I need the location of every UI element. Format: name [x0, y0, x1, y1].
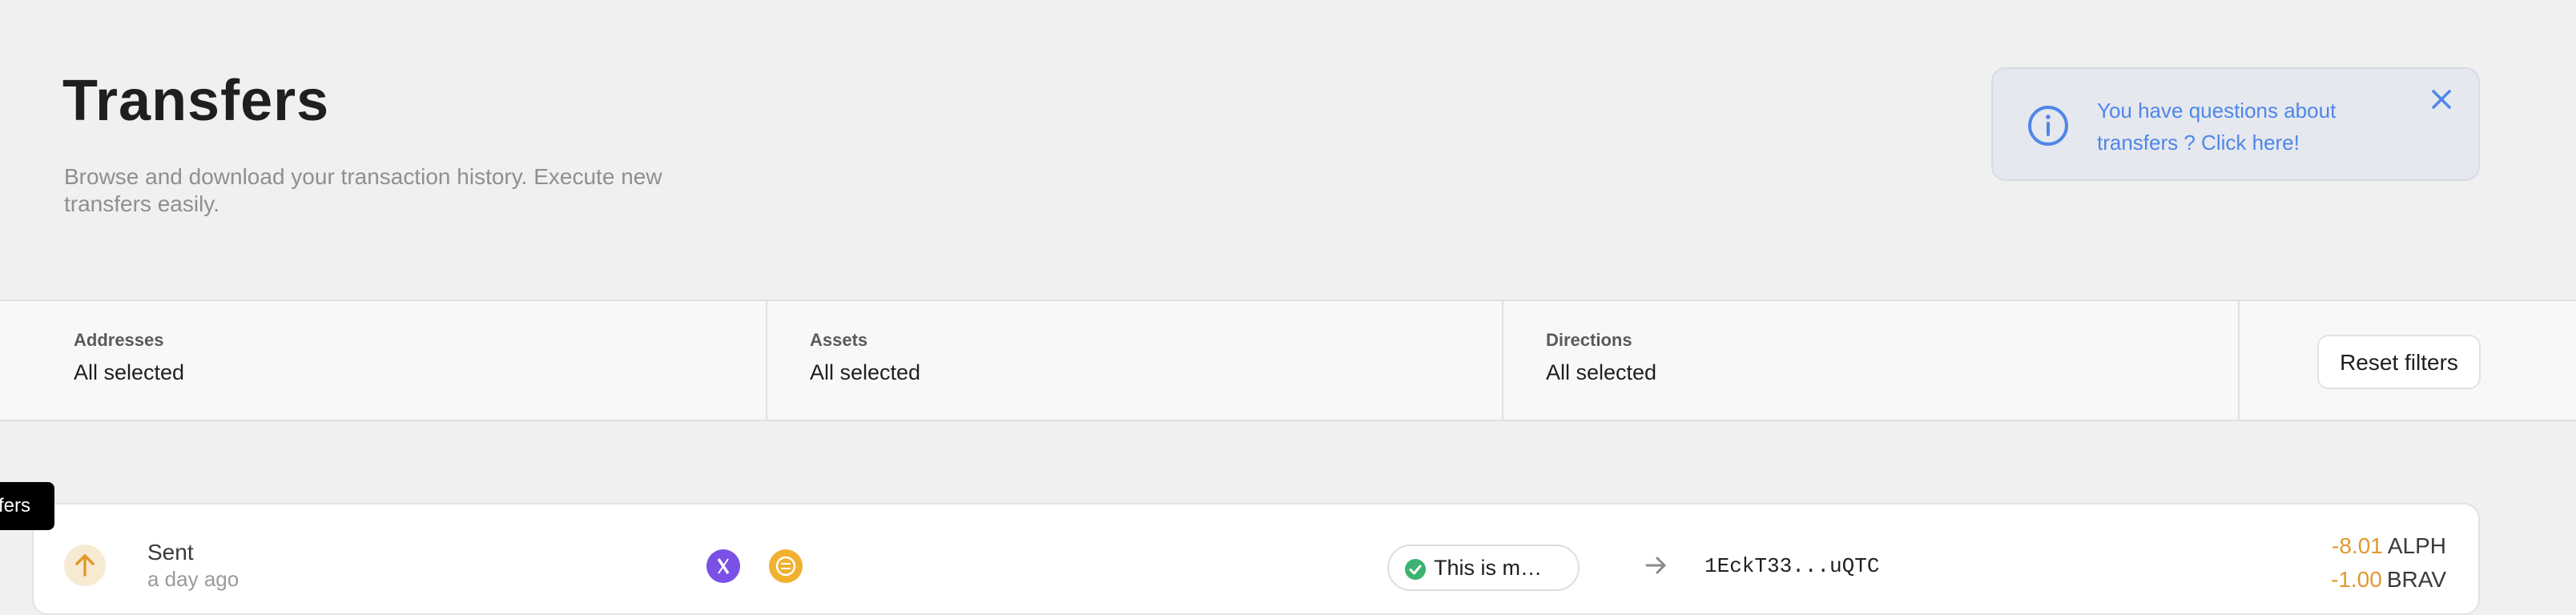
filter-bar: Addresses All selected Assets All select… — [0, 299, 2576, 421]
info-icon — [2028, 106, 2068, 146]
destination-address[interactable]: 1EckT33...uQTC — [1705, 554, 1879, 578]
arrow-up-icon — [75, 554, 95, 577]
transfer-direction: Sent — [147, 540, 194, 565]
amount-value: -1.00 — [2331, 567, 2382, 592]
close-icon[interactable] — [2424, 82, 2459, 117]
transfer-time: a day ago — [147, 567, 239, 591]
page-title: Transfers — [62, 69, 330, 133]
transfer-row[interactable]: Sent a day ago This is m… 1EckT33...uQTC… — [34, 504, 2478, 613]
info-banner: You have questions about transfers ? Cli… — [1991, 67, 2480, 181]
amount-symbol: BRAV — [2386, 567, 2446, 592]
check-circle-icon — [1405, 559, 1426, 580]
reset-filters-button[interactable]: Reset filters — [2317, 335, 2481, 389]
directions-filter-label: Directions — [1546, 330, 1632, 350]
addresses-filter-label: Addresses — [74, 330, 164, 350]
addresses-filter[interactable]: Addresses All selected — [0, 301, 767, 420]
direction-badge — [64, 545, 106, 586]
alph-token-icon — [706, 549, 740, 583]
amount-line: -1.00 BRAV — [2331, 567, 2446, 593]
amount-symbol: ALPH — [2387, 533, 2446, 558]
arrow-right-icon — [1645, 557, 1666, 574]
transfer-list: Sent a day ago This is m… 1EckT33...uQTC… — [32, 503, 2480, 615]
tooltip: fers — [0, 482, 54, 530]
origin-address-pill[interactable]: This is m… — [1387, 545, 1580, 591]
addresses-filter-value: All selected — [74, 360, 185, 384]
token-b-icon — [769, 549, 803, 583]
info-banner-link[interactable]: You have questions about transfers ? Cli… — [2097, 94, 2401, 159]
directions-filter[interactable]: Directions All selected — [1503, 301, 2240, 420]
amount-line: -8.01 ALPH — [2332, 533, 2446, 559]
assets-filter[interactable]: Assets All selected — [767, 301, 1503, 420]
page-subtitle: Browse and download your transaction his… — [64, 164, 662, 216]
origin-address-label: This is m… — [1434, 556, 1542, 580]
assets-filter-value: All selected — [810, 360, 921, 384]
amount-value: -8.01 — [2332, 533, 2383, 558]
directions-filter-value: All selected — [1546, 360, 1657, 384]
assets-filter-label: Assets — [810, 330, 868, 350]
